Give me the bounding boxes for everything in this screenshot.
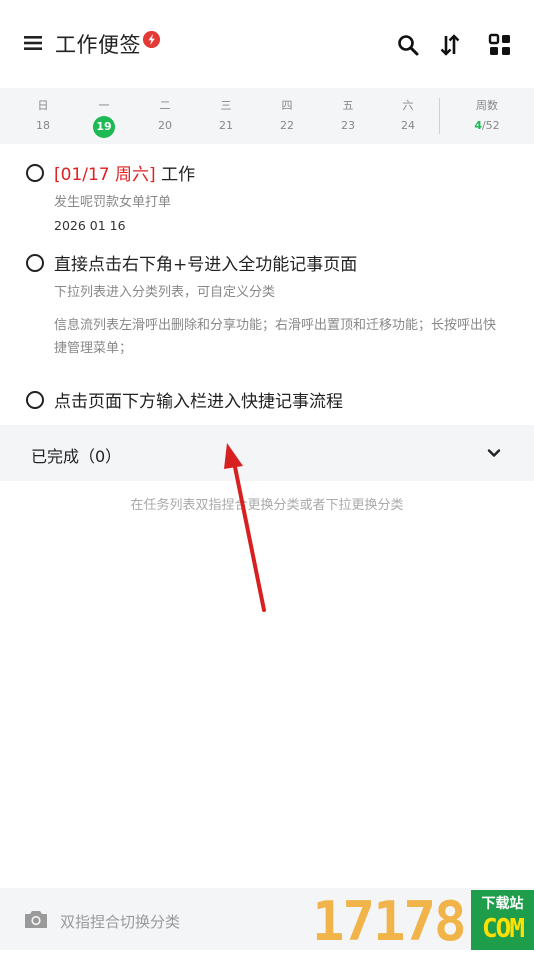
chevron-down-icon[interactable] — [486, 445, 502, 461]
task-checkbox[interactable] — [26, 254, 44, 272]
watermark-top-text: 下载站 — [481, 896, 524, 912]
task-subtitle: 发生呢罚款女单打单 — [54, 195, 172, 210]
calendar-day[interactable]: 二 20 — [145, 88, 185, 144]
weekday-label: 四 — [281, 99, 293, 112]
task-item[interactable]: 直接点击右下角+号进入全功能记事页面 下拉列表进入分类列表，可自定义分类 信息流… — [0, 240, 534, 360]
calendar-day-today[interactable]: 一 19 — [84, 88, 124, 144]
task-date: 2026 01 16 — [54, 218, 126, 233]
date-label: 24 — [401, 119, 415, 132]
week-calendar-strip: 日 18 一 19 二 20 三 21 四 22 五 23 六 24 周数 4/… — [0, 88, 534, 144]
calendar-day[interactable]: 三 21 — [206, 88, 246, 144]
date-label: 20 — [158, 119, 172, 132]
watermark-badge: 下载站 COM — [471, 890, 534, 950]
task-item[interactable]: [01/17 周六] 工作 发生呢罚款女单打单 2026 01 16 — [0, 150, 534, 240]
completed-section[interactable]: 已完成（0） — [0, 425, 534, 481]
camera-icon[interactable] — [23, 908, 49, 930]
grid-icon[interactable] — [488, 33, 512, 57]
calendar-day[interactable]: 五 23 — [328, 88, 368, 144]
completed-label: 已完成（0） — [31, 447, 122, 466]
weekday-label: 六 — [402, 99, 414, 112]
task-title: 直接点击右下角+号进入全功能记事页面 — [54, 255, 358, 275]
current-week: 4 — [474, 119, 482, 132]
lightning-badge-icon[interactable] — [143, 31, 160, 48]
task-note: 信息流列表左滑呼出删除和分享功能；右滑呼出置顶和迁移功能；长按呼出快捷管理菜单； — [54, 318, 497, 356]
today-date-badge: 19 — [93, 116, 115, 138]
sort-icon[interactable] — [438, 33, 462, 57]
search-icon[interactable] — [396, 33, 420, 57]
date-label: 18 — [36, 119, 50, 132]
task-title: 点击页面下方输入栏进入快捷记事流程 — [54, 392, 343, 412]
date-label: 22 — [280, 119, 294, 132]
weekday-label: 日 — [37, 99, 49, 112]
watermark-bottom-text: COM — [482, 914, 525, 944]
weekday-label: 一 — [98, 99, 110, 112]
calendar-day[interactable]: 四 22 — [267, 88, 307, 144]
task-subtitle: 下拉列表进入分类列表，可自定义分类 — [54, 285, 276, 300]
task-title: [01/17 周六] 工作 — [54, 160, 195, 185]
task-checkbox[interactable] — [26, 164, 44, 182]
task-checkbox[interactable] — [26, 391, 44, 409]
date-label: 23 — [341, 119, 355, 132]
hamburger-menu-icon[interactable] — [24, 34, 42, 52]
watermark-number: 17178 — [312, 890, 467, 953]
task-date-tag: [01/17 周六] — [54, 165, 156, 185]
weekday-label: 二 — [159, 99, 171, 112]
date-label: 21 — [219, 119, 233, 132]
calendar-day[interactable]: 六 24 — [388, 88, 428, 144]
task-item[interactable]: 点击页面下方输入栏进入快捷记事流程 — [0, 377, 534, 417]
week-number-label: 周数 — [476, 99, 498, 112]
gesture-hint: 在任务列表双指捏合更换分类或者下拉更换分类 — [130, 498, 404, 513]
week-number[interactable]: 周数 4/52 — [448, 88, 526, 144]
task-title-text: 工作 — [161, 165, 196, 185]
weekday-label: 三 — [220, 99, 232, 112]
calendar-divider — [439, 98, 440, 134]
week-number-value: 4/52 — [448, 119, 526, 132]
top-bar: 工作便签 — [0, 0, 534, 88]
weekday-label: 五 — [342, 99, 354, 112]
calendar-day[interactable]: 日 18 — [23, 88, 63, 144]
quick-note-placeholder[interactable]: 双指捏合切换分类 — [60, 911, 180, 932]
total-weeks: /52 — [481, 119, 500, 132]
app-title: 工作便签 — [55, 33, 141, 57]
